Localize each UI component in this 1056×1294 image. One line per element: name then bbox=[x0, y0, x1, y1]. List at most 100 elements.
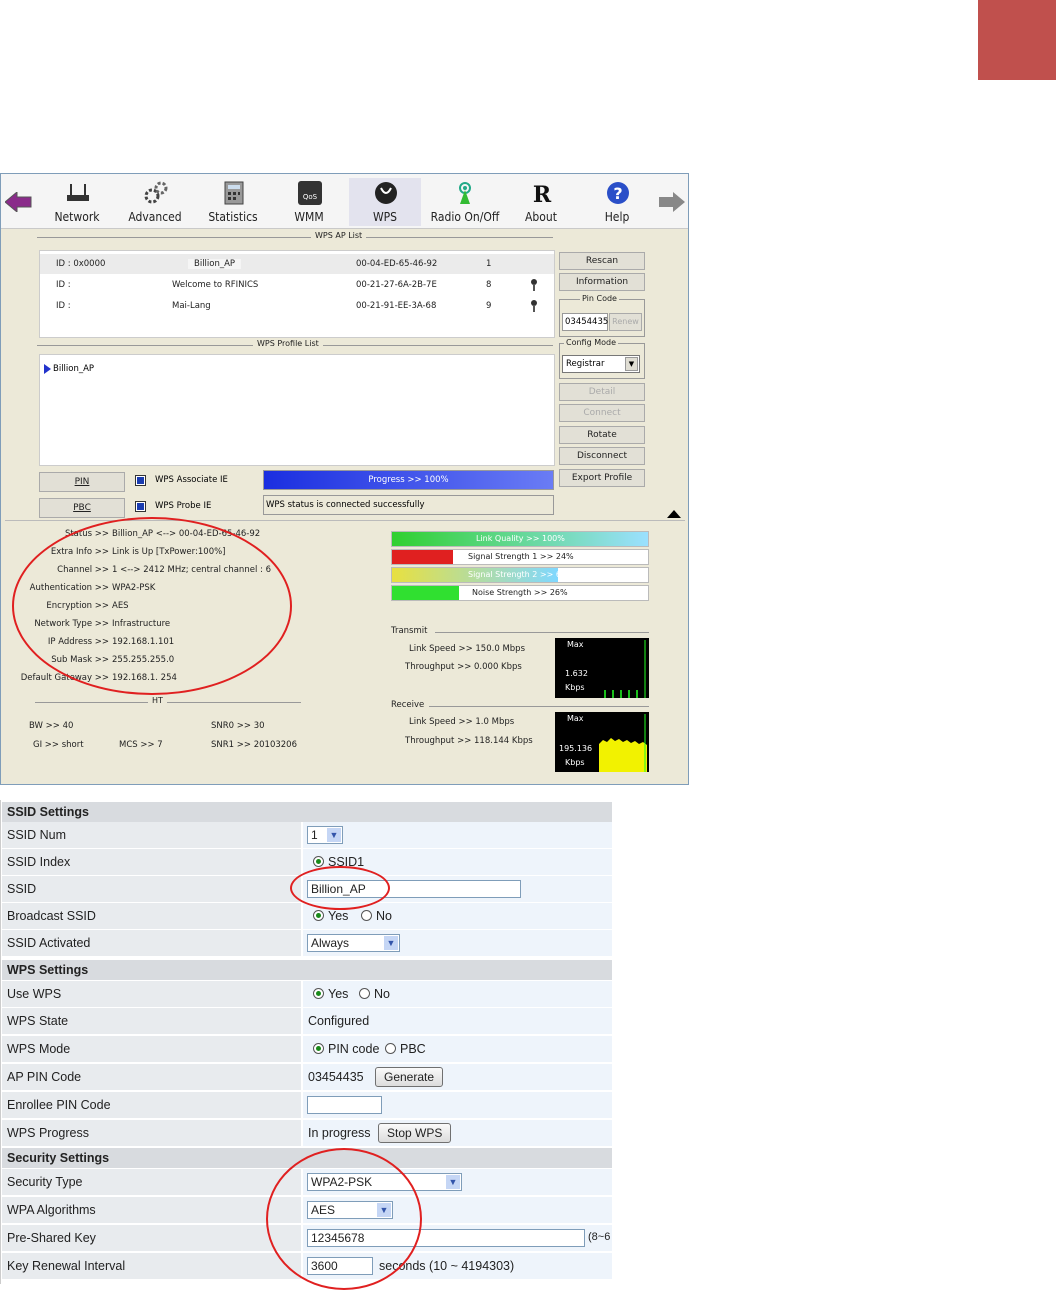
use-wps-no-radio[interactable] bbox=[359, 988, 370, 999]
signal1-fill bbox=[392, 550, 454, 564]
toolbar-wps[interactable]: WPS bbox=[349, 178, 421, 226]
ap-id: ID : 0x0000 bbox=[56, 259, 106, 269]
ap-pin-value: 03454435 bbox=[308, 1070, 364, 1084]
chevron-down-icon: ▼ bbox=[384, 936, 398, 950]
ap-row[interactable]: ID : Welcome to RFINICS 00-21-27-6A-2B-7… bbox=[40, 275, 554, 295]
toolbar: Network Advanced Statistics QoS WMM WPS … bbox=[1, 174, 688, 229]
pin-code-legend: Pin Code bbox=[580, 294, 619, 303]
wps-settings-header: WPS Settings bbox=[2, 960, 612, 980]
connect-button[interactable]: Connect bbox=[559, 404, 645, 422]
toolbar-network[interactable]: Network bbox=[41, 178, 113, 226]
field-label: WPA Algorithms bbox=[2, 1197, 301, 1223]
status-label: Sub Mask >> bbox=[51, 655, 109, 665]
ssid-num-row: SSID Num 1 ▼ bbox=[2, 822, 612, 848]
field-label: Security Type bbox=[2, 1169, 301, 1195]
wps-progress-bar: Progress >> 100% bbox=[263, 470, 554, 490]
ssid-input[interactable]: Billion_AP bbox=[307, 880, 521, 898]
wps-ap-list[interactable]: ID : 0x0000 Billion_AP 00-04-ED-65-46-92… bbox=[39, 250, 555, 338]
renewal-input[interactable]: 3600 bbox=[307, 1257, 373, 1275]
toolbar-label: Help bbox=[604, 210, 630, 224]
wps-profile-list[interactable]: Billion_AP bbox=[39, 354, 555, 466]
enrollee-pin-input[interactable] bbox=[307, 1096, 382, 1114]
noise-fill bbox=[392, 586, 459, 600]
ap-mac: 00-21-27-6A-2B-7E bbox=[356, 280, 437, 290]
ap-id: ID : bbox=[56, 301, 71, 311]
forward-arrow-icon[interactable] bbox=[659, 192, 685, 212]
disconnect-button[interactable]: Disconnect bbox=[559, 447, 645, 465]
detail-button[interactable]: Detail bbox=[559, 383, 645, 401]
ap-channel: 9 bbox=[486, 301, 492, 311]
status-value: 192.168.1. 254 bbox=[112, 673, 177, 683]
tx-link-speed: Link Speed >> 150.0 Mbps bbox=[409, 644, 525, 654]
tx-graph-lines bbox=[604, 640, 646, 698]
ap-mac: 00-21-91-EE-3A-68 bbox=[356, 301, 437, 311]
security-settings-header: Security Settings bbox=[2, 1148, 612, 1168]
generate-button[interactable]: Generate bbox=[375, 1067, 444, 1087]
ap-row[interactable]: ID : 0x0000 Billion_AP 00-04-ED-65-46-92… bbox=[40, 254, 554, 274]
collapse-arrow-icon[interactable] bbox=[667, 510, 681, 518]
ap-ssid: Billion_AP bbox=[188, 259, 242, 269]
rotate-button[interactable]: Rotate bbox=[559, 426, 645, 444]
psk-input[interactable]: 12345678 bbox=[307, 1229, 585, 1247]
wpa-algorithms-select[interactable]: AES ▼ bbox=[307, 1201, 393, 1219]
status-label: Network Type >> bbox=[34, 619, 109, 629]
broadcast-no-radio[interactable] bbox=[361, 910, 372, 921]
svg-text:R: R bbox=[533, 182, 552, 206]
select-value: Always bbox=[311, 936, 350, 950]
pin-code-radio[interactable] bbox=[313, 1043, 324, 1054]
ap-list-title: WPS AP List bbox=[311, 231, 367, 240]
toolbar-label: About bbox=[525, 210, 557, 224]
gears-icon bbox=[144, 181, 168, 204]
stop-wps-button[interactable]: Stop WPS bbox=[378, 1123, 452, 1143]
wps-status-text: WPS status is connected successfully bbox=[263, 495, 554, 515]
toolbar-about[interactable]: R About bbox=[505, 178, 577, 226]
field-label: Broadcast SSID bbox=[2, 903, 301, 929]
ap-mac: 00-04-ED-65-46-92 bbox=[356, 259, 438, 269]
renew-button[interactable]: Renew bbox=[609, 313, 642, 331]
toolbar-wmm[interactable]: QoS WMM bbox=[273, 178, 345, 226]
ap-row[interactable]: ID : Mai-Lang 00-21-91-EE-3A-68 9 bbox=[40, 296, 554, 316]
pin-button[interactable]: PIN bbox=[39, 472, 125, 492]
pbc-button[interactable]: PBC bbox=[39, 498, 125, 518]
config-mode-group: Config Mode Registrar ▼ bbox=[559, 338, 645, 379]
export-profile-button[interactable]: Export Profile bbox=[559, 469, 645, 487]
ssid-num-select[interactable]: 1 ▼ bbox=[307, 826, 343, 844]
rescan-button[interactable]: Rescan bbox=[559, 252, 645, 270]
field-label: Key Renewal Interval bbox=[2, 1253, 301, 1279]
wireless-utility-window: Network Advanced Statistics QoS WMM WPS … bbox=[0, 173, 689, 785]
snr1-value: SNR1 >> 20103206 bbox=[211, 740, 297, 750]
field-label: WPS Mode bbox=[2, 1036, 301, 1062]
profile-item[interactable]: Billion_AP bbox=[53, 364, 94, 374]
pre-shared-key-row: Pre-Shared Key 12345678 (8~6 bbox=[2, 1225, 612, 1251]
ssid1-radio[interactable] bbox=[313, 856, 324, 867]
toolbar-radio[interactable]: Radio On/Off bbox=[425, 178, 505, 226]
field-label: SSID Activated bbox=[2, 930, 301, 956]
ssid-index-row: SSID Index SSID1 bbox=[2, 849, 612, 875]
ap-channel: 8 bbox=[486, 280, 492, 290]
probe-ie-checkbox[interactable] bbox=[135, 501, 146, 512]
ssid-activated-select[interactable]: Always ▼ bbox=[307, 934, 400, 952]
use-wps-yes-radio[interactable] bbox=[313, 988, 324, 999]
toolbar-advanced[interactable]: Advanced bbox=[119, 178, 191, 226]
pbc-radio[interactable] bbox=[385, 1043, 396, 1054]
wps-icon bbox=[375, 182, 397, 204]
status-value: Link is Up [TxPower:100%] bbox=[112, 547, 226, 557]
back-arrow-icon[interactable] bbox=[5, 192, 33, 212]
toolbar-statistics[interactable]: Statistics bbox=[197, 178, 269, 226]
status-label: IP Address >> bbox=[47, 637, 109, 647]
select-value: 1 bbox=[311, 828, 318, 842]
rx-throughput: Throughput >> 118.144 Kbps bbox=[405, 736, 533, 746]
broadcast-yes-radio[interactable] bbox=[313, 910, 324, 921]
config-mode-select[interactable]: Registrar ▼ bbox=[562, 355, 640, 373]
link-quality-bar: Link Quality >> 100% bbox=[391, 531, 649, 547]
security-type-select[interactable]: WPA2-PSK ▼ bbox=[307, 1173, 462, 1191]
associate-ie-checkbox[interactable] bbox=[135, 475, 146, 486]
qos-icon: QoS bbox=[298, 181, 322, 205]
divider bbox=[435, 632, 649, 633]
information-button[interactable]: Information bbox=[559, 273, 645, 291]
field-label: AP PIN Code bbox=[2, 1064, 301, 1090]
help-icon: ? bbox=[607, 182, 629, 204]
pin-code-group: Pin Code 03454435 Renew bbox=[559, 294, 645, 337]
toolbar-label: WMM bbox=[294, 210, 324, 224]
toolbar-help[interactable]: ? Help bbox=[581, 178, 653, 226]
